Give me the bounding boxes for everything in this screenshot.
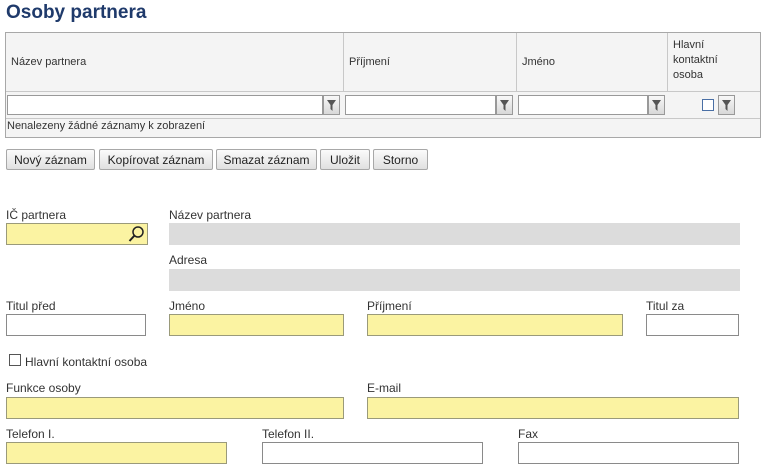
ic-partner-label: IČ partnera [6,208,67,222]
ic-partner-field[interactable] [6,223,148,245]
partner-name-label: Název partnera [169,208,252,222]
function-field[interactable] [6,397,344,419]
filter-checkbox-main-contact[interactable] [702,99,714,111]
page-title: Osoby partnera [6,2,147,23]
fax-field[interactable] [518,442,739,464]
delete-record-button[interactable]: Smazat záznam [216,149,317,170]
main-contact-label[interactable]: Hlavní kontaktní osoba [25,355,147,369]
phone1-label: Telefon I. [6,427,55,441]
surname-label: Příjmení [367,299,412,313]
phone2-label: Telefon II. [262,427,315,441]
filter-button-partner-name[interactable] [323,95,340,115]
address-field [169,269,740,291]
title-after-field[interactable] [646,314,739,336]
first-name-label: Jméno [169,299,206,313]
function-label: Funkce osoby [6,381,81,395]
title-before-label: Titul před [6,299,56,313]
filter-icon [722,99,731,111]
column-header-partner-name[interactable]: Název partnera [6,33,344,91]
email-field[interactable] [367,397,739,419]
email-label: E-mail [367,381,402,395]
phone2-field[interactable] [262,442,483,464]
filter-icon [500,99,509,111]
filter-input-surname[interactable] [345,95,496,115]
title-before-field[interactable] [6,314,146,336]
filter-button-surname[interactable] [496,95,513,115]
title-after-label: Titul za [646,299,685,313]
column-header-main-contact[interactable]: Hlavní kontaktní osoba [668,33,738,91]
filter-icon [652,99,661,111]
cancel-button[interactable]: Storno [373,149,428,170]
magnifier-icon[interactable] [128,225,145,243]
new-record-button[interactable]: Nový záznam [6,149,95,170]
filter-button-first-name[interactable] [648,95,665,115]
filter-icon [327,99,336,111]
column-header-first-name[interactable]: Jméno [517,33,668,91]
empty-message: Nenalezeny žádné záznamy k zobrazení [7,120,206,132]
filter-input-partner-name[interactable] [7,95,323,115]
fax-label: Fax [518,427,539,441]
phone1-field[interactable] [6,442,227,464]
partner-persons-grid: Název partnera Příjmení Jméno Hlavní kon… [5,32,761,138]
partner-name-field [169,223,740,245]
column-header-surname[interactable]: Příjmení [344,33,517,91]
save-button[interactable]: Uložit [320,149,370,170]
filter-input-first-name[interactable] [518,95,648,115]
surname-field[interactable] [367,314,623,336]
filter-row [6,91,760,119]
copy-record-button[interactable]: Kopírovat záznam [99,149,213,170]
first-name-field[interactable] [169,314,344,336]
main-contact-checkbox[interactable] [9,354,21,366]
address-label: Adresa [169,253,208,267]
filter-button-main-contact[interactable] [718,95,735,115]
